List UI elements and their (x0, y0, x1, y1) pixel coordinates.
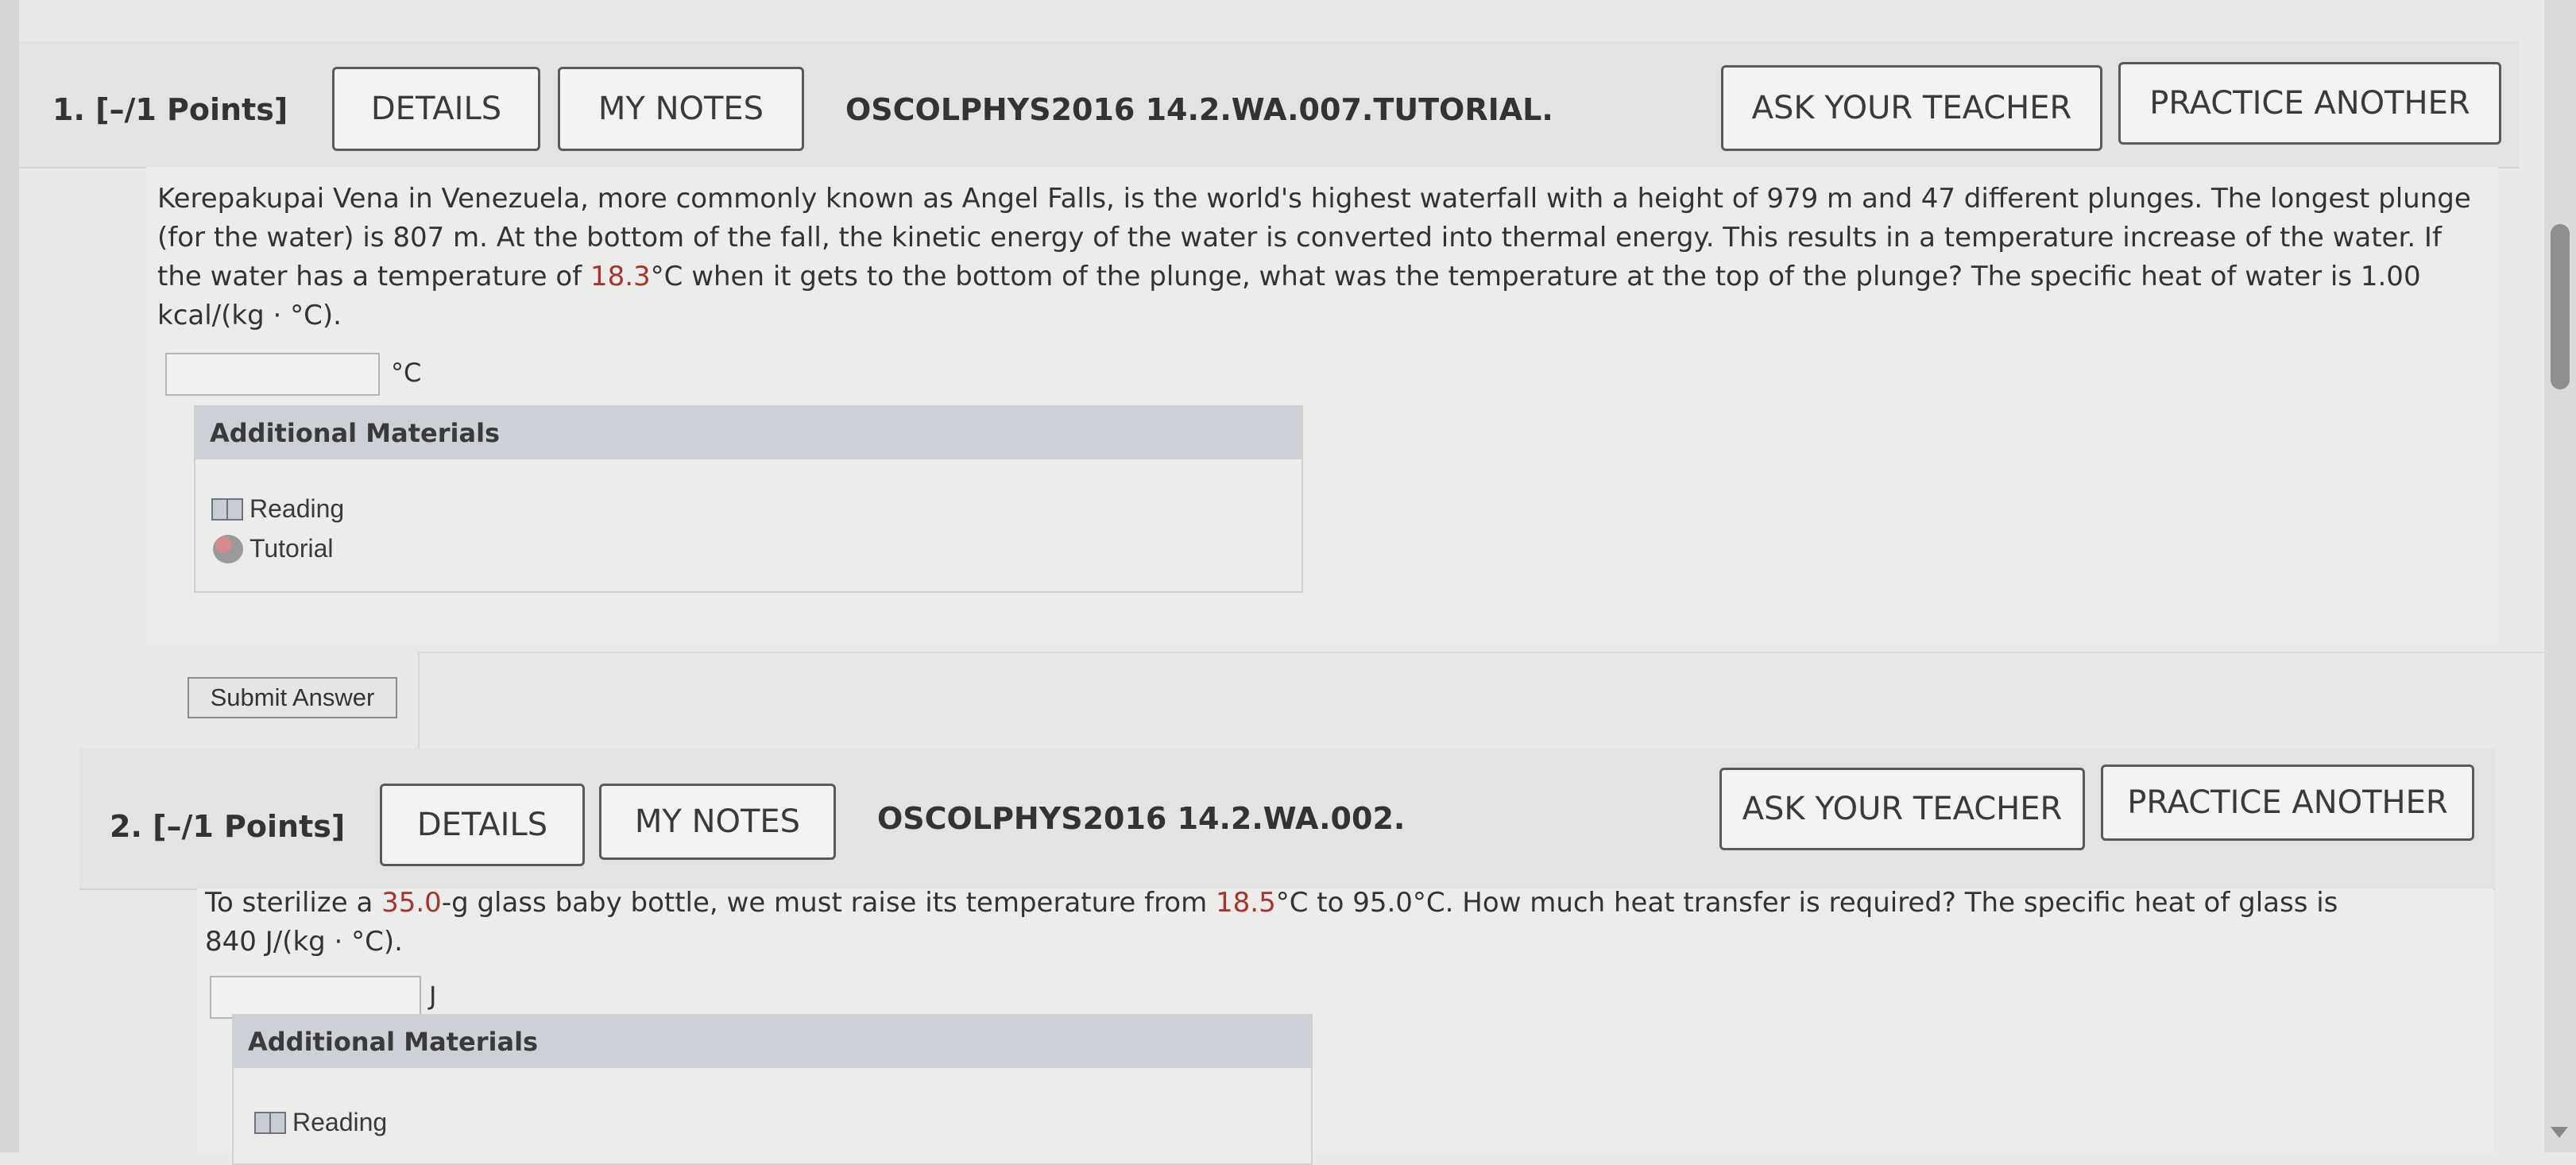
question-2-practice-another-button[interactable]: PRACTICE ANOTHER (2101, 764, 2474, 841)
question-1-practice-another-button[interactable]: PRACTICE ANOTHER (2118, 62, 2501, 145)
question-1-additional-materials: Additional Materials (194, 405, 1303, 593)
highlighted-value: 35.0 (381, 887, 442, 919)
tutorial-icon (213, 534, 243, 563)
additional-materials-title: Additional Materials (195, 407, 1302, 459)
question-1-code: OSCOLPHYS2016 14.2.WA.007.TUTORIAL. (845, 92, 1553, 127)
left-frame (0, 0, 19, 1152)
scroll-down-icon[interactable] (2551, 1127, 2568, 1138)
scrollbar-thumb[interactable] (2551, 224, 2570, 389)
question-2-answer-input[interactable] (210, 976, 421, 1019)
reading-label: Reading (249, 494, 345, 523)
question-2-additional-materials: Additional Materials (232, 1014, 1313, 1165)
question-2-code: OSCOLPHYS2016 14.2.WA.002. (877, 801, 1406, 836)
question-1-tutorial-link[interactable]: Tutorial (213, 534, 334, 563)
scrollbar-track[interactable] (2544, 0, 2576, 1152)
question-2-unit: J (429, 981, 437, 1011)
question-1-answer-input[interactable] (165, 353, 380, 396)
question-2-reading-link[interactable]: Reading (254, 1108, 387, 1137)
highlighted-value: 18.5 (1216, 887, 1276, 919)
highlighted-value: 18.3 (590, 261, 651, 292)
book-icon (211, 497, 243, 521)
tutorial-label: Tutorial (249, 534, 334, 563)
question-1-reading-link[interactable]: Reading (211, 494, 344, 524)
question-2-prompt: To sterilize a 35.0-g glass baby bottle,… (205, 887, 2338, 958)
additional-materials-title: Additional Materials (234, 1016, 1311, 1068)
submit-area (418, 652, 2573, 757)
question-1-unit: °C (391, 358, 422, 388)
question-2-details-button[interactable]: DETAILS (380, 784, 585, 866)
book-icon (254, 1111, 286, 1134)
question-1-submit-button[interactable]: Submit Answer (188, 677, 397, 718)
question-2-ask-teacher-button[interactable]: ASK YOUR TEACHER (1719, 768, 2085, 850)
question-1-ask-teacher-button[interactable]: ASK YOUR TEACHER (1721, 65, 2102, 151)
question-1-number: 1. [–/1 Points] (52, 92, 288, 127)
reading-label: Reading (292, 1108, 388, 1136)
question-1-my-notes-button[interactable]: MY NOTES (558, 67, 804, 151)
question-1-details-button[interactable]: DETAILS (332, 67, 540, 151)
question-2-number: 2. [–/1 Points] (110, 809, 346, 844)
question-1-prompt: Kerepakupai Vena in Venezuela, more comm… (157, 183, 2471, 331)
question-2-my-notes-button[interactable]: MY NOTES (599, 784, 836, 860)
